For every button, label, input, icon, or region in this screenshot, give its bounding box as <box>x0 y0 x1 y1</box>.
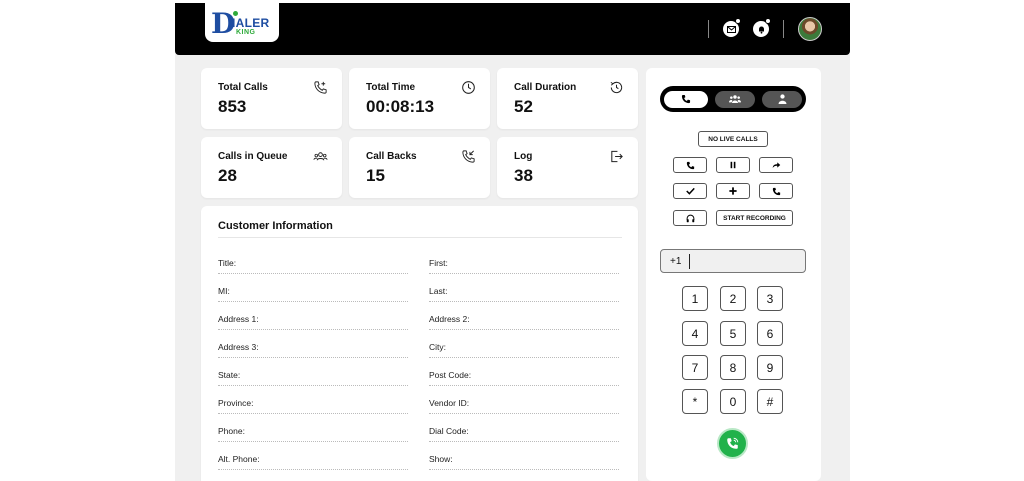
stat-value: 15 <box>366 166 385 185</box>
start-recording-button[interactable]: START RECORDING <box>716 210 793 226</box>
bell-icon[interactable] <box>753 18 771 37</box>
top-icons <box>708 17 822 41</box>
users-icon <box>313 152 328 161</box>
clock-icon <box>462 81 475 94</box>
mode-switcher <box>660 86 806 112</box>
divider <box>218 237 622 238</box>
field-alt-phone[interactable]: Alt. Phone: <box>218 450 408 470</box>
phone-panel: NO LIVE CALLS START RECORDING +1 1 2 3 4… <box>646 68 821 481</box>
hold-button[interactable] <box>716 157 750 173</box>
logo[interactable]: D IALER KING <box>205 3 279 42</box>
dialpad-key-4[interactable]: 4 <box>682 321 708 346</box>
field-address-2[interactable]: Address 2: <box>429 310 619 330</box>
stat-card-calls-in-queue: Calls in Queue 28 <box>201 137 342 198</box>
notification-dot <box>765 18 771 24</box>
dialpad-key-star[interactable]: * <box>682 389 708 414</box>
stat-value: 38 <box>514 166 533 185</box>
stat-label: Log <box>514 151 533 162</box>
forward-icon <box>772 162 780 168</box>
check-icon <box>685 187 695 195</box>
headset-button[interactable] <box>673 210 707 226</box>
dial-number-input[interactable]: +1 <box>660 249 806 273</box>
dialpad-key-3[interactable]: 3 <box>757 286 783 311</box>
logout-icon <box>611 150 623 163</box>
field-first[interactable]: First: <box>429 254 619 274</box>
dialpad-key-7[interactable]: 7 <box>682 355 708 380</box>
logo-name: IALER <box>232 16 270 30</box>
top-bar: D IALER KING <box>175 3 850 55</box>
dial-button[interactable] <box>673 157 707 173</box>
field-address-3[interactable]: Address 3: <box>218 338 408 358</box>
field-city[interactable]: City: <box>429 338 619 358</box>
dialpad-key-5[interactable]: 5 <box>720 321 746 346</box>
stat-card-call-backs: Call Backs 15 <box>349 137 490 198</box>
phone-icon <box>686 161 694 169</box>
dialpad-key-8[interactable]: 8 <box>720 355 746 380</box>
dialpad-key-1[interactable]: 1 <box>682 286 708 311</box>
stat-value: 52 <box>514 97 533 116</box>
group-icon <box>729 95 741 103</box>
field-mi[interactable]: MI: <box>218 282 408 302</box>
mail-icon[interactable] <box>723 18 741 37</box>
stat-label: Call Backs <box>366 151 417 162</box>
field-address-1[interactable]: Address 1: <box>218 310 408 330</box>
add-call-button[interactable] <box>716 183 750 199</box>
notification-dot <box>735 18 741 24</box>
stat-card-log: Log 38 <box>497 137 638 198</box>
stat-card-total-calls: Total Calls 853 <box>201 68 342 129</box>
phone-callback-icon <box>462 150 475 163</box>
plus-icon <box>729 187 737 195</box>
field-post-code[interactable]: Post Code: <box>429 366 619 386</box>
tab-phone[interactable] <box>664 90 708 108</box>
call-button[interactable] <box>717 428 748 459</box>
divider <box>783 20 784 38</box>
country-code: +1 <box>670 255 682 267</box>
field-title[interactable]: Title: <box>218 254 408 274</box>
stat-label: Calls in Queue <box>218 151 288 162</box>
stat-value: 00:08:13 <box>366 97 435 116</box>
no-live-calls-button[interactable]: NO LIVE CALLS <box>698 131 768 147</box>
field-dial-code[interactable]: Dial Code: <box>429 422 619 442</box>
stat-card-call-duration: Call Duration 52 <box>497 68 638 129</box>
field-show[interactable]: Show: <box>429 450 619 470</box>
clock-history-icon <box>610 81 623 94</box>
stat-card-total-time: Total Time 00:08:13 <box>349 68 490 129</box>
field-state[interactable]: State: <box>218 366 408 386</box>
divider <box>708 20 709 38</box>
stat-label: Total Calls <box>218 82 268 93</box>
dialpad-key-2[interactable]: 2 <box>720 286 746 311</box>
logo-sub: KING <box>236 29 256 36</box>
stat-label: Total Time <box>366 82 416 93</box>
phone-ring-icon <box>727 437 739 449</box>
field-last[interactable]: Last: <box>429 282 619 302</box>
transfer-button[interactable] <box>759 157 793 173</box>
user-icon <box>778 94 786 104</box>
stat-value: 28 <box>218 166 237 185</box>
customer-information-panel: Customer Information Title: MI: Address … <box>201 206 638 481</box>
text-cursor <box>689 253 691 269</box>
tab-user[interactable] <box>762 90 802 108</box>
stat-label: Call Duration <box>514 82 577 93</box>
headphones-icon <box>686 214 694 222</box>
field-province[interactable]: Province: <box>218 394 408 414</box>
dialpad-key-9[interactable]: 9 <box>757 355 783 380</box>
dialpad-key-0[interactable]: 0 <box>720 389 746 414</box>
pause-icon <box>730 161 736 169</box>
stat-value: 853 <box>218 97 247 116</box>
field-phone[interactable]: Phone: <box>218 422 408 442</box>
avatar[interactable] <box>798 17 822 41</box>
phone-icon <box>772 187 780 195</box>
app-frame: D IALER KING Total Calls 853 Total Time … <box>175 3 850 481</box>
call-button-secondary[interactable] <box>759 183 793 199</box>
phone-icon <box>681 94 691 104</box>
dialpad-key-6[interactable]: 6 <box>757 321 783 346</box>
confirm-button[interactable] <box>673 183 707 199</box>
tab-group[interactable] <box>715 90 755 108</box>
field-vendor-id[interactable]: Vendor ID: <box>429 394 619 414</box>
section-title: Customer Information <box>218 220 333 232</box>
dialpad-key-hash[interactable]: # <box>757 389 783 414</box>
phone-plus-icon <box>314 81 327 94</box>
